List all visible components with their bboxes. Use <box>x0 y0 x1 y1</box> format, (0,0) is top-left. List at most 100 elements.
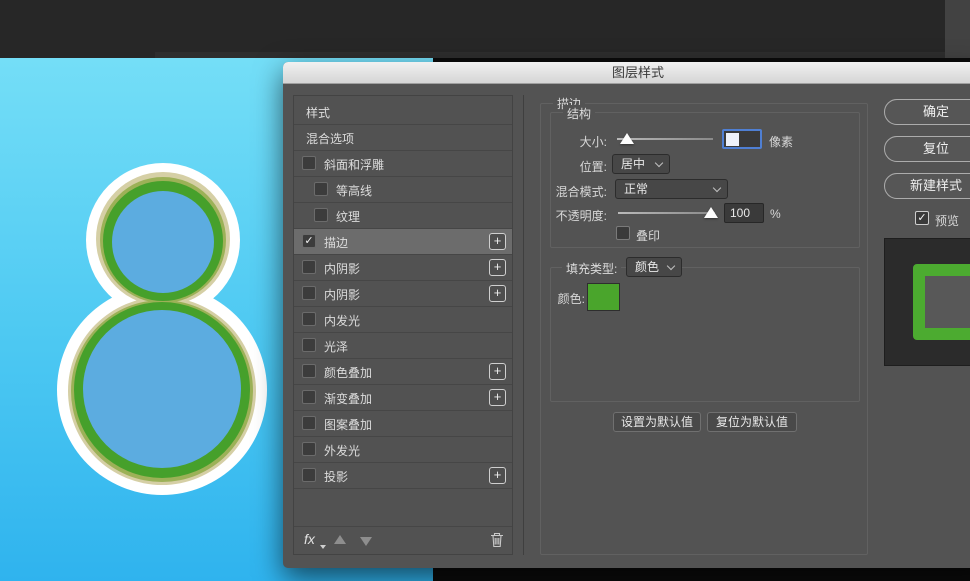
checkbox-unchecked[interactable] <box>302 286 316 300</box>
reset-default-button[interactable]: 复位为默认值 <box>707 412 797 432</box>
right-panel-edge <box>945 0 970 58</box>
checkbox-unchecked[interactable] <box>302 468 316 482</box>
add-effect-button[interactable]: + <box>489 389 506 406</box>
opacity-slider-thumb[interactable] <box>704 207 718 218</box>
size-label: 大小: <box>579 135 607 149</box>
fx-menu-caret-icon <box>320 545 326 549</box>
sidebar-item-label: 内发光 <box>324 314 361 328</box>
sidebar-item-outer-glow[interactable]: 外发光 <box>294 437 512 463</box>
sidebar-item-label: 外发光 <box>324 444 361 458</box>
add-effect-button[interactable]: + <box>489 467 506 484</box>
sidebar-item-gradient-overlay[interactable]: 渐变叠加 + <box>294 385 512 411</box>
sidebar-item-stroke[interactable]: ✓ 描边 + <box>294 229 512 255</box>
opacity-label: 不透明度: <box>555 209 607 223</box>
structure-group-title: 结构 <box>563 105 596 122</box>
checkbox-unchecked[interactable] <box>302 156 316 170</box>
stroke-color-swatch[interactable] <box>587 283 620 311</box>
add-effect-button[interactable]: + <box>489 363 506 380</box>
sidebar-item-label: 斜面和浮雕 <box>324 158 385 172</box>
dialog-titlebar[interactable]: 图层样式 <box>283 62 970 84</box>
checkbox-unchecked[interactable] <box>314 208 328 222</box>
checkbox-unchecked[interactable] <box>302 260 316 274</box>
overprint-checkbox[interactable] <box>616 226 630 240</box>
opacity-unit-label: % <box>770 207 781 221</box>
chevron-down-icon <box>654 158 664 168</box>
opacity-value: 100 <box>730 206 751 220</box>
checkbox-unchecked[interactable] <box>302 312 316 326</box>
sidebar-item-inner-shadow-1[interactable]: 内阴影 + <box>294 255 512 281</box>
size-unit-label: 像素 <box>769 135 794 149</box>
preview-stroke-square <box>913 264 970 340</box>
checkbox-unchecked[interactable] <box>302 442 316 456</box>
sidebar-item-styles[interactable]: 样式 <box>294 99 512 125</box>
sidebar-item-label: 样式 <box>306 106 331 120</box>
checkbox-unchecked[interactable] <box>302 364 316 378</box>
effects-toolbar: fx <box>294 526 512 554</box>
sidebar-item-label: 纹理 <box>336 210 361 224</box>
checkbox-unchecked[interactable] <box>302 416 316 430</box>
sidebar-item-label: 等高线 <box>336 184 373 198</box>
move-up-icon[interactable] <box>334 535 346 544</box>
checkbox-unchecked[interactable] <box>314 182 328 196</box>
position-label: 位置: <box>579 160 607 174</box>
sidebar-item-label: 混合选项 <box>306 132 355 146</box>
size-text-selection <box>726 133 739 146</box>
sidebar-item-texture[interactable]: 纹理 <box>294 203 512 229</box>
panel-divider <box>523 95 524 555</box>
fill-type-value: 颜色 <box>635 260 660 274</box>
style-preview-thumbnail <box>884 238 970 366</box>
ok-button[interactable]: 确定 <box>884 99 970 125</box>
app-top-bar <box>0 0 970 58</box>
sidebar-item-blending-options[interactable]: 混合选项 <box>294 125 512 151</box>
move-down-icon[interactable] <box>360 537 372 546</box>
sidebar-item-label: 光泽 <box>324 340 349 354</box>
sidebar-item-label: 渐变叠加 <box>324 392 373 406</box>
chevron-down-icon <box>666 261 676 271</box>
position-select[interactable]: 居中 <box>612 154 670 174</box>
blend-mode-label: 混合模式: <box>555 185 607 199</box>
checkbox-unchecked[interactable] <box>302 390 316 404</box>
fx-icon[interactable]: fx <box>304 531 315 547</box>
styles-list-panel: 样式 混合选项 斜面和浮雕 等高线 纹理 ✓ 描边 + 内阴影 + 内阴影 + … <box>293 95 513 555</box>
new-style-button[interactable]: 新建样式 <box>884 173 970 199</box>
sidebar-item-label: 内阴影 <box>324 262 361 276</box>
sidebar-item-label: 颜色叠加 <box>324 366 373 380</box>
sidebar-item-bevel-emboss[interactable]: 斜面和浮雕 <box>294 151 512 177</box>
sidebar-item-inner-shadow-2[interactable]: 内阴影 + <box>294 281 512 307</box>
set-default-button[interactable]: 设置为默认值 <box>613 412 701 432</box>
checkbox-unchecked[interactable] <box>302 338 316 352</box>
fill-type-label: 填充类型: <box>562 260 622 277</box>
sidebar-item-satin[interactable]: 光泽 <box>294 333 512 359</box>
fill-type-select[interactable]: 颜色 <box>626 257 682 277</box>
dialog-title: 图层样式 <box>611 65 664 80</box>
sidebar-item-pattern-overlay[interactable]: 图案叠加 <box>294 411 512 437</box>
preview-label: 预览 <box>935 214 960 228</box>
add-effect-button[interactable]: + <box>489 233 506 250</box>
sidebar-item-label: 图案叠加 <box>324 418 373 432</box>
opacity-input[interactable]: 100 <box>724 203 764 223</box>
chevron-down-icon <box>712 183 722 193</box>
size-slider-thumb[interactable] <box>620 133 634 144</box>
layer-style-dialog: 图层样式 样式 混合选项 斜面和浮雕 等高线 纹理 ✓ 描边 + 内阴影 + 内… <box>283 62 970 568</box>
blend-mode-select[interactable]: 正常 <box>615 179 728 199</box>
opacity-slider-track[interactable] <box>618 212 715 214</box>
size-input[interactable] <box>722 129 762 149</box>
sidebar-item-inner-glow[interactable]: 内发光 <box>294 307 512 333</box>
styles-list: 样式 混合选项 斜面和浮雕 等高线 纹理 ✓ 描边 + 内阴影 + 内阴影 + … <box>294 99 512 489</box>
overprint-label: 叠印 <box>636 229 661 243</box>
add-effect-button[interactable]: + <box>489 259 506 276</box>
blend-mode-value: 正常 <box>624 182 649 196</box>
preview-checkbox-checked[interactable]: ✓ <box>915 211 929 225</box>
sidebar-item-label: 内阴影 <box>324 288 361 302</box>
reset-button[interactable]: 复位 <box>884 136 970 162</box>
sidebar-item-contour[interactable]: 等高线 <box>294 177 512 203</box>
photoshop-screen: 图层样式 样式 混合选项 斜面和浮雕 等高线 纹理 ✓ 描边 + 内阴影 + 内… <box>0 0 970 581</box>
sidebar-item-label: 投影 <box>324 470 349 484</box>
sidebar-item-color-overlay[interactable]: 颜色叠加 + <box>294 359 512 385</box>
sidebar-item-drop-shadow[interactable]: 投影 + <box>294 463 512 489</box>
checkbox-checked[interactable]: ✓ <box>302 234 316 248</box>
sidebar-item-label: 描边 <box>324 236 349 250</box>
position-value: 居中 <box>621 157 646 171</box>
trash-icon[interactable] <box>490 532 504 548</box>
add-effect-button[interactable]: + <box>489 285 506 302</box>
